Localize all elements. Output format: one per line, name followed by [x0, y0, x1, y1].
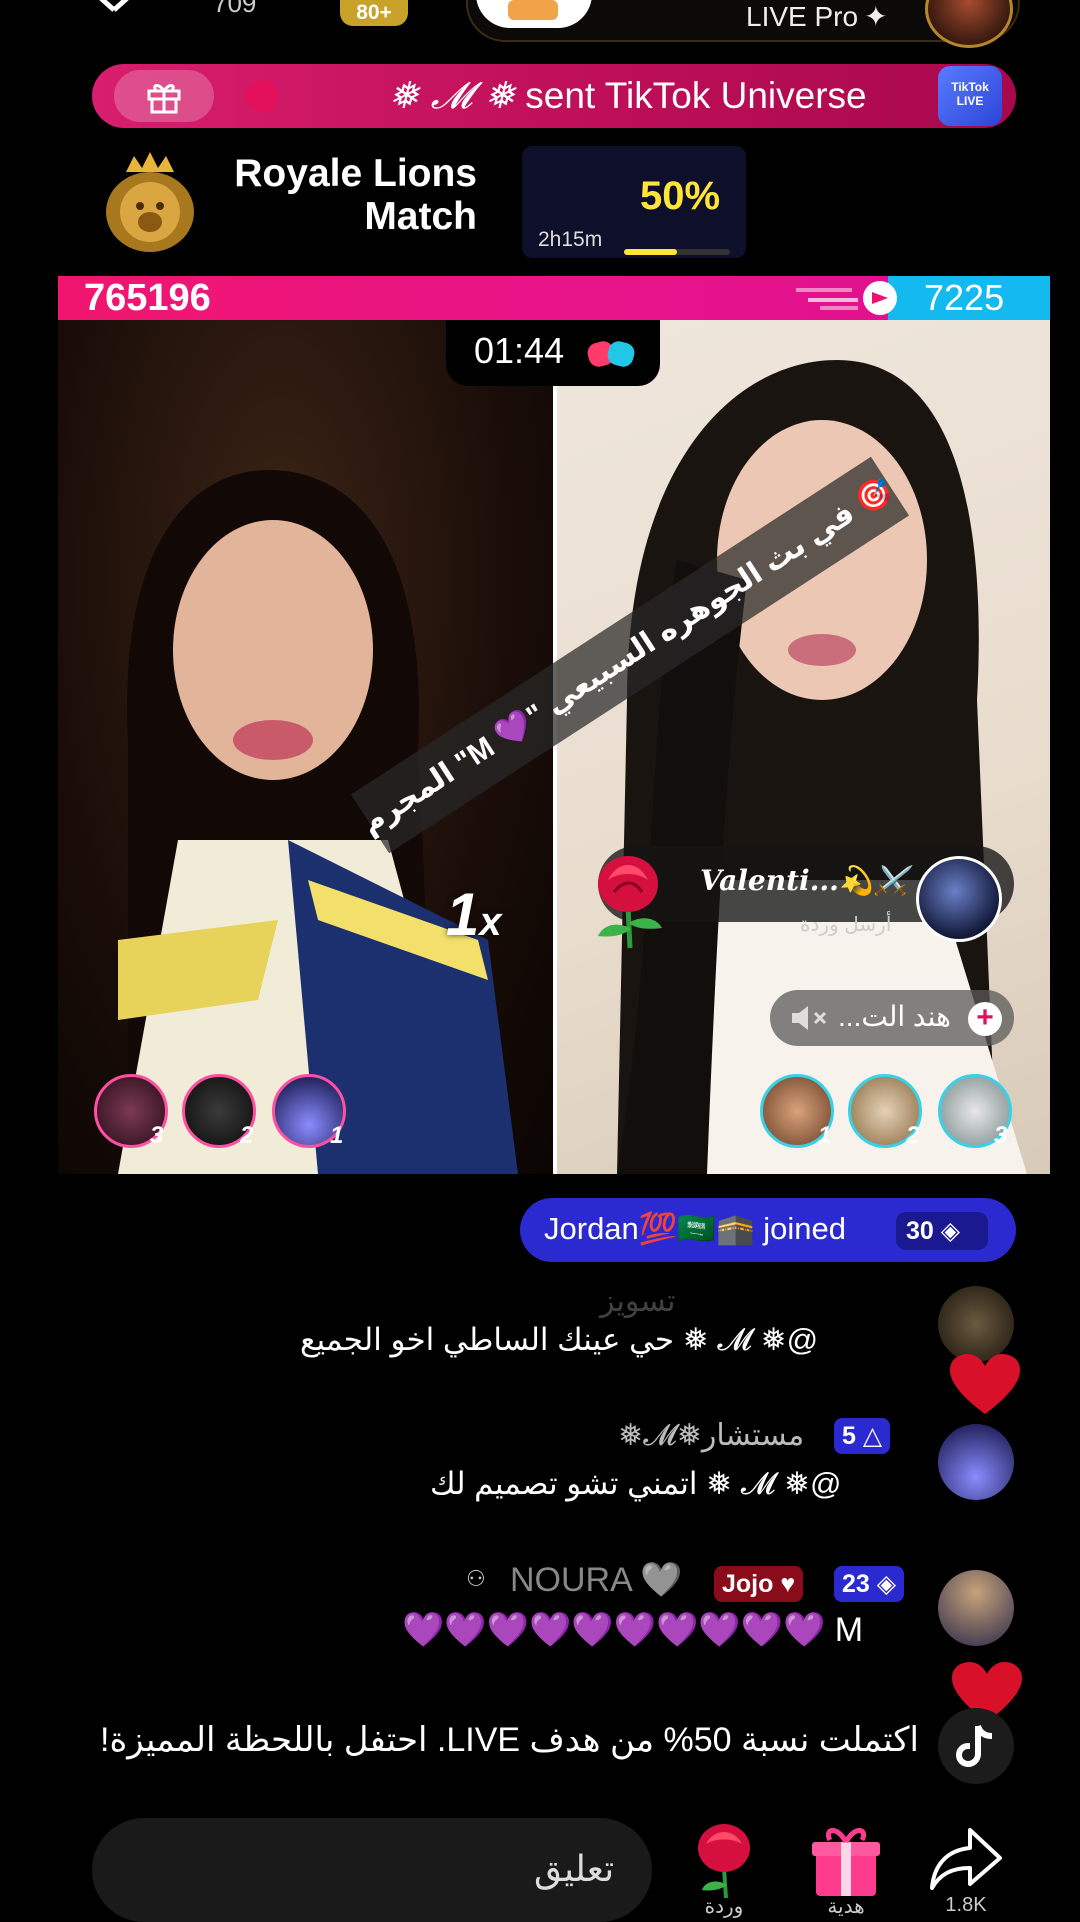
chat-avatar[interactable]: [938, 1286, 1014, 1362]
chat-fan-badge: Jojo ♥: [714, 1566, 804, 1602]
right-supporter-rank: 3: [994, 1122, 1008, 1149]
user-group-icon: ⚇: [466, 1566, 486, 1591]
match-progress-bar: [624, 249, 730, 255]
viewer-count: 709: [213, 0, 257, 18]
chat-username[interactable]: تسويز: [600, 1284, 676, 1319]
battle-timer: 01:44: [474, 330, 565, 371]
rose-label: وردة: [704, 1896, 744, 1918]
gift-label: هدية: [827, 1896, 865, 1918]
battle-gloves-icon: [584, 336, 640, 372]
joined-level-badge: 30 ◈: [896, 1212, 988, 1250]
gift-box-button[interactable]: [114, 70, 214, 122]
banner-dot: [246, 80, 278, 112]
share-icon[interactable]: [926, 1820, 1006, 1900]
left-host-video[interactable]: [58, 320, 553, 1174]
live-pro-label: LIVE Pro ✦: [746, 1, 888, 32]
rose-button-icon[interactable]: [684, 1820, 764, 1900]
right-supporter-rank: 2: [906, 1122, 920, 1149]
toast-avatar[interactable]: [916, 856, 1002, 942]
battle-divider: [553, 320, 557, 1174]
right-supporter-rank: 1: [818, 1122, 832, 1149]
left-supporter-rank: 1: [330, 1122, 344, 1149]
close-icon[interactable]: [92, 0, 136, 14]
gift-banner-message: sent TikTok Universe: [525, 75, 867, 116]
chat-message: @❅ 𝓜 ❅ اتمني تشو تصميم لك: [430, 1466, 842, 1501]
toast-sender-name: Valenti...💫⚔️: [700, 864, 909, 897]
gift-banner-text: ❅ 𝓜 ❅ sent TikTok Universe: [388, 74, 867, 118]
lion-crown-image[interactable]: [98, 150, 202, 254]
score-right: 7225: [924, 277, 1005, 318]
chat-level-badge: 5 △: [834, 1418, 891, 1454]
streak-icon: [792, 278, 908, 318]
chat-avatar[interactable]: [938, 1570, 1014, 1646]
left-supporter-rank: 3: [150, 1122, 164, 1149]
chat-avatar[interactable]: [938, 1424, 1014, 1500]
multiplier-label: 1x: [446, 881, 502, 948]
chat-message: @❅ 𝓜 ❅ حي عينك الساطي اخو الجميع: [300, 1322, 819, 1357]
sender-name: ❅ 𝓜 ❅: [388, 74, 515, 117]
muted-speaker-icon: [790, 1004, 830, 1032]
heart-icon: [948, 1352, 1022, 1416]
left-supporter-rank: 2: [240, 1122, 254, 1149]
comment-placeholder: تعليق: [534, 1848, 615, 1889]
count-badge: 80+: [340, 0, 408, 26]
match-percent: 50%: [640, 174, 721, 218]
chat-username[interactable]: NOURA 🩶: [510, 1560, 683, 1600]
gift-button-icon[interactable]: [806, 1820, 886, 1900]
live-goal-notice: اكتملت نسبة 50% من هدف LIVE. احتفل باللح…: [100, 1721, 919, 1759]
tiktok-logo-icon: [938, 1708, 1014, 1784]
share-count: 1.8K: [945, 1894, 987, 1916]
chat-username[interactable]: مستشار❅𝓜❅: [618, 1418, 804, 1453]
joined-user-name: Jordan💯🇸🇦🕋: [544, 1211, 755, 1246]
match-time-left: 2h15m: [538, 228, 603, 251]
toast-action: أرسل وردة: [800, 914, 892, 936]
tiktok-universe-gift-image: TikTok LIVE: [938, 66, 1002, 126]
joined-text: Jordan💯🇸🇦🕋 joined: [544, 1211, 846, 1246]
score-left: 765196: [84, 277, 211, 319]
guest-name: هند الت...: [838, 1001, 951, 1032]
gift-icon: [147, 84, 181, 114]
chat-level-badge: 23 ◈: [834, 1566, 904, 1602]
left-host-figure: [118, 470, 518, 1174]
add-guest-icon[interactable]: +: [968, 1002, 1002, 1036]
rose-gift-icon: [584, 850, 674, 950]
match-title: Royale Lions Match: [234, 152, 477, 238]
chat-message: M 💜💜💜💜💜💜💜💜💜💜: [402, 1611, 864, 1649]
